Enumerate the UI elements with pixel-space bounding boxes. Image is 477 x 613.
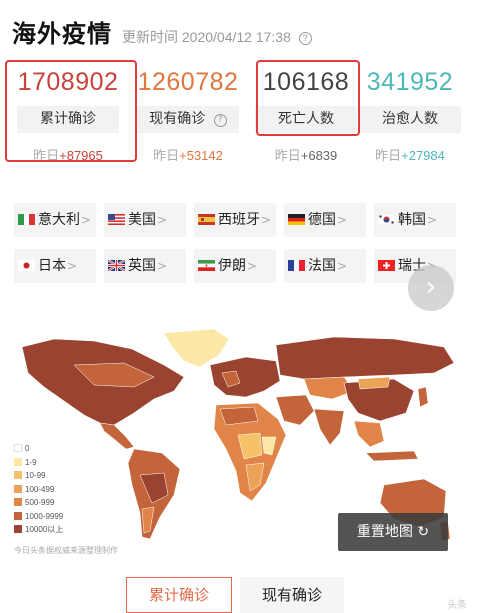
legend-item: 10000以上 — [14, 523, 63, 537]
legend-item: 100-499 — [14, 483, 63, 497]
central-america-region — [99, 422, 135, 450]
europe-region — [209, 356, 281, 398]
data-source: 今日头条据权威来源整理制作 — [14, 546, 118, 555]
stat-label: 现有确诊 ? — [137, 106, 239, 133]
country-chip-italy[interactable]: 意大利> — [14, 203, 96, 237]
greenland-region — [163, 328, 230, 368]
stat-delta: 昨日+53142 — [153, 148, 223, 163]
legend-item: 1-9 — [14, 456, 63, 470]
chevron-right-icon: > — [427, 213, 438, 227]
map-legend: 0 1-9 10-99 100-499 500-999 1000-9999 10… — [14, 442, 63, 537]
country-chip-usa[interactable]: 美国> — [104, 203, 186, 237]
country-chip-france[interactable]: 法国> — [284, 249, 366, 283]
help-icon[interactable]: ? — [298, 32, 312, 45]
india-region — [313, 408, 345, 446]
southeast-asia-region — [353, 420, 385, 448]
stat-delta: 昨日+27984 — [375, 148, 445, 163]
highlight-box — [256, 60, 360, 136]
page-title: 海外疫情 — [12, 20, 112, 48]
country-chip-germany[interactable]: 德国> — [284, 203, 366, 237]
germany-flag-icon — [288, 204, 305, 225]
stat-current-confirmed[interactable]: 1260782 现有确诊 ? 昨日+53142 — [130, 62, 246, 164]
watermark: 头条 — [447, 600, 467, 611]
stat-value: 341952 — [366, 68, 454, 96]
italy-flag-icon — [18, 204, 35, 225]
stat-delta: 昨日+6839 — [274, 148, 338, 163]
uk-flag-icon — [107, 250, 126, 272]
usa-flag-icon — [108, 204, 125, 225]
country-chip-spain[interactable]: 西班牙> — [194, 203, 276, 237]
legend-item: 10-99 — [14, 469, 63, 483]
legend-item: 1000-9999 — [14, 510, 63, 524]
japan-flag-icon — [18, 250, 35, 271]
chevron-right-icon: > — [247, 259, 258, 273]
country-chip-japan[interactable]: 日本> — [14, 249, 96, 283]
chevron-right-icon: > — [81, 213, 92, 227]
chevron-right-icon[interactable]: › — [408, 265, 454, 311]
country-chip-korea[interactable]: 韩国> — [374, 203, 456, 237]
page-header: 海外疫情 更新时间 2020/04/12 17:38 ? — [12, 14, 312, 49]
legend-item: 500-999 — [14, 496, 63, 510]
chevron-right-icon: > — [157, 259, 168, 273]
update-time: 更新时间 2020/04/12 17:38 ? — [122, 27, 312, 47]
switzerland-flag-icon — [378, 250, 395, 271]
stat-label: 治愈人数 — [359, 106, 461, 133]
middle-east-region — [275, 394, 315, 426]
spain-flag-icon — [198, 204, 215, 225]
chevron-right-icon: > — [157, 213, 168, 227]
country-chip-uk[interactable]: 英国> — [104, 249, 186, 283]
refresh-icon: ↻ — [417, 524, 430, 540]
chevron-right-icon: > — [337, 259, 348, 273]
chevron-right-icon: > — [337, 213, 348, 227]
iran-flag-icon — [198, 250, 215, 271]
country-chip-iran[interactable]: 伊朗> — [194, 249, 276, 283]
stat-value: 1260782 — [137, 68, 239, 96]
highlight-box — [5, 60, 137, 162]
reset-map-button[interactable]: 重置地图 ↻ — [338, 513, 448, 551]
mongolia-region — [357, 376, 391, 390]
chevron-right-icon: > — [261, 213, 272, 227]
tab-current-confirmed[interactable]: 现有确诊 — [240, 577, 344, 613]
russia-region — [275, 336, 455, 380]
france-flag-icon — [288, 250, 305, 271]
tab-total-confirmed[interactable]: 累计确诊 — [126, 577, 232, 613]
japan-region — [417, 386, 429, 408]
legend-item: 0 — [14, 442, 63, 456]
indonesia-region — [365, 450, 419, 462]
stat-recovered[interactable]: 341952 治愈人数 昨日+27984 — [352, 62, 468, 164]
help-icon[interactable]: ? — [213, 114, 227, 127]
korea-flag-icon — [377, 204, 396, 226]
chevron-right-icon: > — [67, 259, 78, 273]
